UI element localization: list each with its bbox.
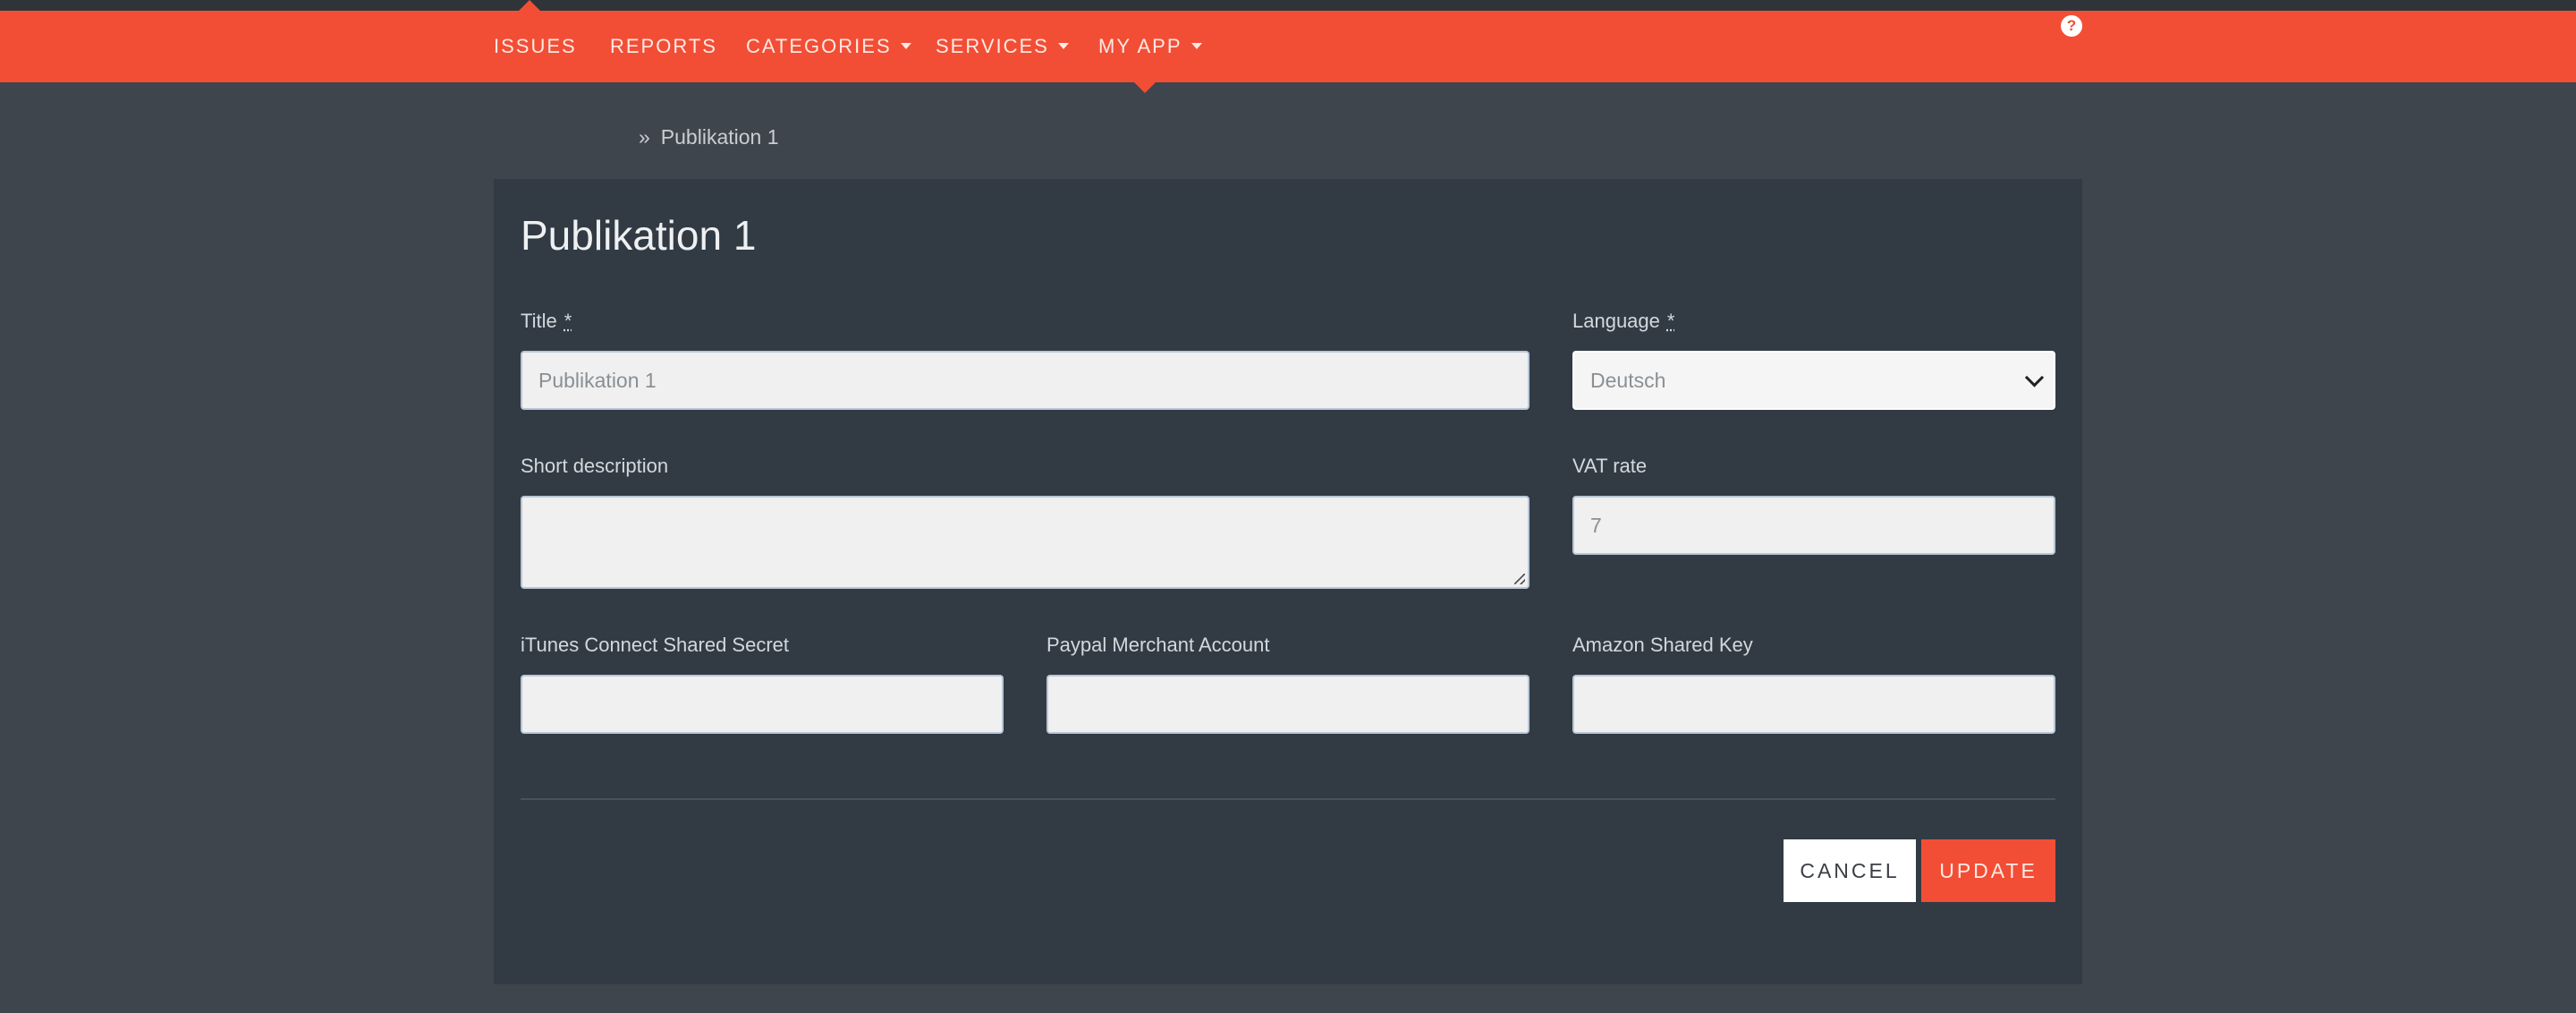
main-navbar: ISSUES REPORTS CATEGORIES SERVICES MY AP… (0, 11, 2576, 82)
vat-rate-input[interactable]: 7 (1572, 496, 2055, 555)
nav-item-reports[interactable]: REPORTS (610, 11, 717, 82)
vat-rate-value: 7 (1590, 513, 1602, 537)
nav-item-my-app[interactable]: MY APP (1098, 11, 1202, 82)
language-label: Language * (1572, 310, 1674, 333)
top-strip (0, 0, 2576, 11)
language-select-value: Deutsch (1590, 368, 1666, 392)
edit-form-panel: Publikation 1 Title * Publikation 1 Langu… (494, 179, 2082, 984)
cancel-button[interactable]: CANCEL (1784, 839, 1916, 902)
title-input[interactable]: Publikation 1 (521, 351, 1530, 410)
caret-down-icon (900, 42, 911, 49)
nav-item-services[interactable]: SERVICES (936, 11, 1069, 82)
title-input-value: Publikation 1 (538, 368, 657, 392)
update-button[interactable]: UPDATE (1921, 839, 2055, 902)
paypal-account-input[interactable] (1046, 675, 1530, 734)
nav-item-categories[interactable]: CATEGORIES (746, 11, 911, 82)
nav-item-categories-label: CATEGORIES (746, 35, 892, 57)
title-label-text: Title (521, 310, 557, 332)
form-divider (521, 798, 2055, 800)
breadcrumb: » Publikation 1 (639, 125, 779, 149)
page-title: Publikation 1 (521, 212, 757, 259)
title-label: Title * (521, 310, 572, 333)
help-icon[interactable]: ? (2061, 15, 2082, 37)
active-nav-indicator (519, 0, 540, 11)
nav-item-my-app-label: MY APP (1098, 35, 1182, 57)
language-label-text: Language (1572, 310, 1660, 332)
itunes-secret-label: iTunes Connect Shared Secret (521, 634, 790, 656)
caret-down-icon (1191, 42, 1202, 49)
short-description-textarea[interactable] (521, 496, 1530, 589)
amazon-key-input[interactable] (1572, 675, 2055, 734)
paypal-account-label: Paypal Merchant Account (1046, 634, 1270, 656)
required-marker: * (1666, 310, 1675, 332)
resize-handle-icon[interactable] (1514, 574, 1525, 584)
breadcrumb-current: Publikation 1 (660, 125, 779, 149)
nav-item-services-label: SERVICES (936, 35, 1049, 57)
vat-rate-label: VAT rate (1572, 455, 1648, 477)
breadcrumb-separator: » (639, 125, 650, 149)
chevron-down-icon (2024, 368, 2045, 387)
short-description-label: Short description (521, 455, 669, 477)
dropdown-pointer (1134, 82, 1156, 93)
required-marker: * (564, 310, 572, 332)
language-select[interactable]: Deutsch (1572, 351, 2055, 410)
itunes-secret-input[interactable] (521, 675, 1004, 734)
caret-down-icon (1057, 42, 1069, 49)
amazon-key-label: Amazon Shared Key (1572, 634, 1753, 656)
nav-item-issues[interactable]: ISSUES (494, 11, 577, 82)
